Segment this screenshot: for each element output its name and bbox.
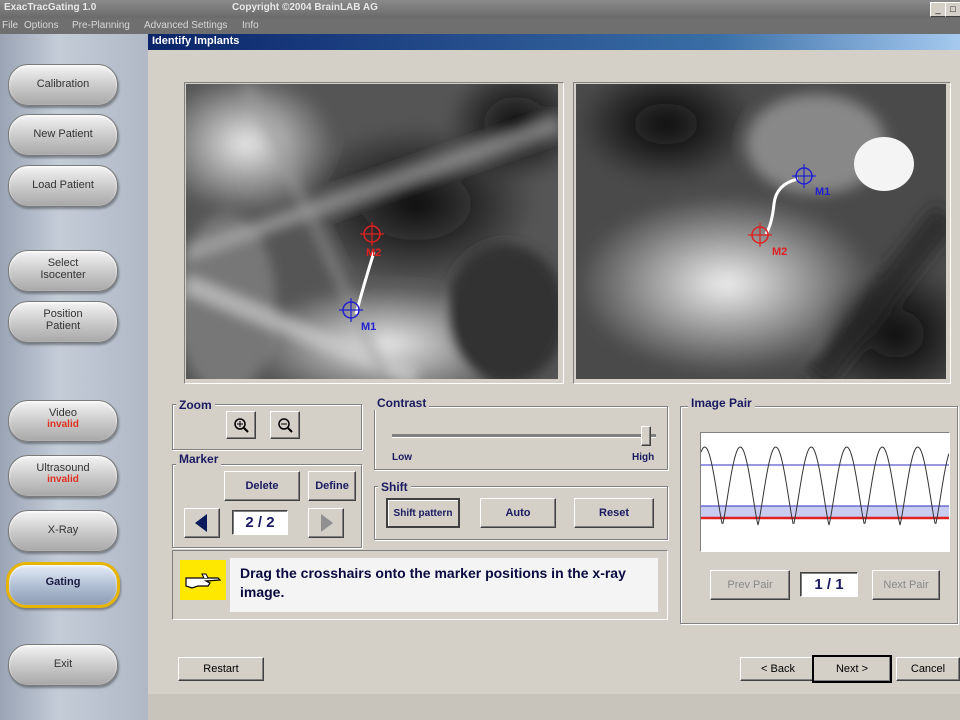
marker-label-m1-left: M1 [361, 321, 376, 333]
right-arrow-icon [321, 514, 333, 532]
identify-implants-dialog: Identify Implants M2 M1 M1 M2 Zoom Marke… [148, 34, 960, 694]
back-button[interactable]: < Back [740, 657, 816, 681]
next-marker-button[interactable] [308, 508, 344, 538]
sidebar-item-gating[interactable]: Gating [6, 562, 120, 608]
contrast-slider-track[interactable] [392, 434, 656, 438]
shift-pattern-button[interactable]: Shift pattern [386, 498, 460, 528]
menu-bar: File Options Pre-Planning Advanced Setti… [0, 18, 960, 34]
xray-right-svg: M1 M2 [576, 84, 946, 379]
copyright-text: Copyright ©2004 BrainLAB AG [232, 2, 378, 13]
cancel-button[interactable]: Cancel [896, 657, 960, 681]
sidebar: Calibration New Patient Load Patient Sel… [0, 34, 148, 720]
zoom-in-button[interactable] [226, 411, 256, 439]
marker-label: Marker [176, 452, 222, 466]
previous-marker-button[interactable] [184, 508, 220, 538]
xray-image-right[interactable]: M1 M2 [576, 84, 946, 379]
marker-counter: 2 / 2 [232, 510, 288, 535]
sidebar-item-ultrasound[interactable]: Ultrasound invalid [8, 455, 118, 497]
next-pair-button[interactable]: Next Pair [872, 570, 940, 600]
image-pair-label: Image Pair [688, 396, 755, 410]
next-button[interactable]: Next > [812, 655, 892, 683]
image-pair-counter: 1 / 1 [800, 572, 858, 597]
minimize-icon[interactable]: _ [930, 2, 946, 17]
zoom-in-icon [234, 418, 249, 433]
marker-label-m2-left: M2 [366, 247, 381, 259]
contrast-slider-thumb[interactable] [640, 426, 651, 446]
app-title-bar: ExacTracGating 1.0 Copyright ©2004 Brain… [0, 0, 960, 18]
maximize-icon[interactable]: □ [945, 2, 960, 17]
restart-button[interactable]: Restart [178, 657, 264, 681]
delete-button[interactable]: Delete [224, 471, 300, 501]
shift-label: Shift [378, 480, 411, 494]
sidebar-item-exit[interactable]: Exit [8, 644, 118, 686]
sidebar-item-video[interactable]: Video invalid [8, 400, 118, 442]
reset-button[interactable]: Reset [574, 498, 654, 528]
define-button[interactable]: Define [308, 471, 356, 501]
menu-options[interactable]: Options [24, 20, 58, 31]
app-title: ExacTracGating 1.0 [4, 2, 97, 13]
zoom-label: Zoom [176, 398, 215, 412]
menu-file[interactable]: File [2, 20, 18, 31]
contrast-low-label: Low [392, 452, 412, 463]
menu-info[interactable]: Info [242, 20, 259, 31]
sidebar-item-select-isocenter[interactable]: Select Isocenter [8, 250, 118, 292]
zoom-out-button[interactable] [270, 411, 300, 439]
contrast-label: Contrast [374, 396, 430, 410]
left-arrow-icon [195, 514, 207, 532]
zoom-out-icon [278, 418, 293, 433]
prev-pair-button[interactable]: Prev Pair [710, 570, 790, 600]
sidebar-item-x-ray[interactable]: X-Ray [8, 510, 118, 552]
marker-label-m2-right: M2 [772, 246, 787, 258]
contrast-group [374, 406, 668, 470]
breathing-signal-graph[interactable] [700, 432, 950, 552]
instruction-text: Drag the crosshairs onto the marker posi… [240, 565, 626, 600]
menu-advanced-settings[interactable]: Advanced Settings [144, 20, 227, 31]
auto-button[interactable]: Auto [480, 498, 556, 528]
dialog-title: Identify Implants [152, 35, 240, 47]
status-strip [148, 694, 960, 720]
sidebar-item-position-patient[interactable]: Position Patient [8, 301, 118, 343]
breathing-signal-svg [700, 446, 950, 526]
xray-left-svg: M2 M1 [186, 84, 558, 379]
status-invalid: invalid [47, 474, 79, 485]
status-invalid: invalid [47, 419, 79, 430]
pointing-hand-icon [180, 560, 226, 600]
sidebar-item-calibration[interactable]: Calibration [8, 64, 118, 106]
sidebar-item-load-patient[interactable]: Load Patient [8, 165, 118, 207]
dialog-title-bar: Identify Implants [148, 34, 960, 50]
marker-label-m1-right: M1 [815, 186, 830, 198]
menu-pre-planning[interactable]: Pre-Planning [72, 20, 130, 31]
xray-image-left[interactable]: M2 M1 [186, 84, 558, 379]
sidebar-item-new-patient[interactable]: New Patient [8, 114, 118, 156]
contrast-high-label: High [632, 452, 655, 463]
instruction-panel: Drag the crosshairs onto the marker posi… [230, 558, 658, 612]
